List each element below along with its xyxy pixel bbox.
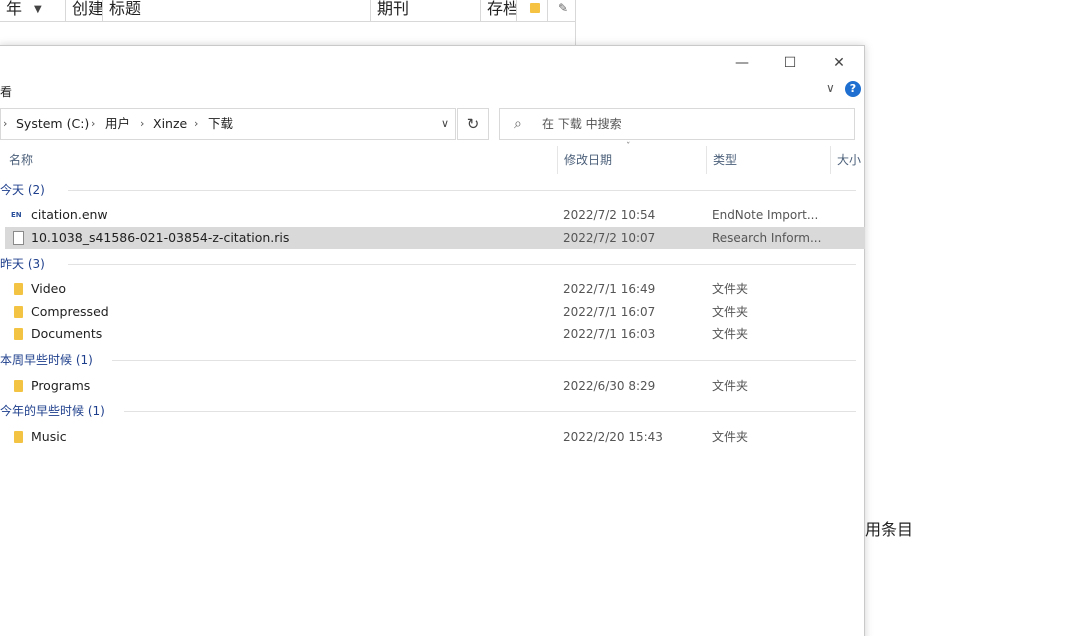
endnote-file-icon: EN <box>11 211 22 219</box>
refresh-button[interactable]: ↻ <box>457 108 489 140</box>
file-type: Research Inform... <box>712 231 822 245</box>
bg-column-created[interactable]: 创建 <box>66 0 103 21</box>
file-name: Documents <box>31 326 103 341</box>
maximize-button[interactable]: ☐ <box>775 52 805 74</box>
file-name: Video <box>31 281 67 296</box>
background-list-header: 年 ▼ 创建 标题 期刊 存档 ✎ <box>0 0 576 22</box>
file-row-selected[interactable]: 10.1038_s41586-021-03854-z-citation.ris … <box>5 227 865 249</box>
column-header-type[interactable]: 类型 <box>713 146 823 174</box>
file-date: 2022/7/2 10:54 <box>563 208 656 222</box>
file-date: 2022/2/20 15:43 <box>563 430 663 444</box>
file-explorer-window: — ☐ ✕ 看 ∨ ? › System (C:) › 用户 › Xinze ›… <box>0 45 865 636</box>
folder-row[interactable]: Compressed 2022/7/1 16:07 文件夹 <box>5 301 865 323</box>
background-side-text: 用条目 <box>865 520 914 539</box>
group-header-today[interactable]: 今天 (2) <box>0 180 856 200</box>
help-icon[interactable]: ? <box>845 81 861 97</box>
column-divider[interactable] <box>706 146 707 174</box>
folder-row[interactable]: Music 2022/2/20 15:43 文件夹 <box>5 426 865 448</box>
folder-row[interactable]: Video 2022/7/1 16:49 文件夹 <box>5 278 865 300</box>
breadcrumb-users[interactable]: 用户 <box>105 109 130 139</box>
group-divider <box>68 190 856 191</box>
folder-row[interactable]: Documents 2022/7/1 16:03 文件夹 <box>5 323 865 345</box>
bg-column-archive[interactable]: 存档 <box>481 0 517 21</box>
group-header-earlier-this-year[interactable]: 今年的早些时候 (1) <box>0 401 856 421</box>
bg-column-journal[interactable]: 期刊 <box>371 0 481 21</box>
address-dropdown-icon[interactable]: ∨ <box>441 109 449 139</box>
chevron-down-icon[interactable]: ∨ <box>826 81 835 95</box>
group-label: 本周早些时候 (1) <box>0 353 93 367</box>
breadcrumb-xinze[interactable]: Xinze <box>153 109 187 139</box>
file-type: 文件夹 <box>712 430 749 444</box>
breadcrumb-downloads[interactable]: 下载 <box>208 109 233 139</box>
file-name: Compressed <box>31 304 109 319</box>
file-date: 2022/7/1 16:03 <box>563 327 656 341</box>
file-type: 文件夹 <box>712 379 749 393</box>
chevron-right-icon[interactable]: › <box>91 109 95 139</box>
column-divider[interactable] <box>830 146 831 174</box>
column-divider[interactable] <box>557 146 558 174</box>
folder-icon <box>14 431 23 443</box>
bg-column-year[interactable]: 年 ▼ <box>0 0 66 21</box>
ribbon-tab-view[interactable]: 看 <box>0 83 12 100</box>
search-input[interactable]: ⌕ 在 下载 中搜索 <box>499 108 855 140</box>
background-divider <box>575 0 576 48</box>
column-header-size[interactable]: 大小 <box>837 146 865 174</box>
caret-down-icon: ▼ <box>34 4 42 15</box>
group-header-yesterday[interactable]: 昨天 (3) <box>0 254 856 274</box>
group-label: 昨天 (3) <box>0 257 45 271</box>
group-label: 今天 (2) <box>0 183 45 197</box>
search-icon: ⌕ <box>514 116 522 132</box>
paperclip-icon: ✎ <box>558 1 569 15</box>
group-divider <box>68 264 856 265</box>
file-row[interactable]: EN citation.enw 2022/7/2 10:54 EndNote I… <box>5 204 865 226</box>
folder-icon <box>14 328 23 340</box>
file-type: 文件夹 <box>712 327 749 341</box>
group-divider <box>112 360 856 361</box>
file-date: 2022/6/30 8:29 <box>563 379 656 393</box>
column-header-name[interactable]: 名称 <box>9 146 549 174</box>
folder-icon <box>14 380 23 392</box>
bg-column-title[interactable]: 标题 <box>103 0 371 21</box>
file-name: 10.1038_s41586-021-03854-z-citation.ris <box>31 230 290 245</box>
chevron-right-icon[interactable]: › <box>140 109 144 139</box>
folder-row[interactable]: Programs 2022/6/30 8:29 文件夹 <box>5 375 865 397</box>
folder-icon <box>530 3 540 13</box>
file-type: EndNote Import... <box>712 208 819 222</box>
file-name: citation.enw <box>31 207 108 222</box>
group-header-earlier-this-week[interactable]: 本周早些时候 (1) <box>0 350 856 370</box>
close-button[interactable]: ✕ <box>824 52 854 74</box>
column-header-modified[interactable]: 修改日期 <box>564 146 704 174</box>
chevron-right-icon[interactable]: › <box>194 109 198 139</box>
minimize-button[interactable]: — <box>727 52 757 74</box>
file-type: 文件夹 <box>712 305 749 319</box>
file-name: Music <box>31 429 67 444</box>
chevron-right-icon[interactable]: › <box>3 109 7 139</box>
file-date: 2022/7/1 16:07 <box>563 305 656 319</box>
search-placeholder: 在 下载 中搜索 <box>542 117 622 131</box>
file-date: 2022/7/2 10:07 <box>563 231 656 245</box>
file-icon <box>13 231 24 245</box>
group-divider <box>124 411 856 412</box>
file-date: 2022/7/1 16:49 <box>563 282 656 296</box>
group-label: 今年的早些时候 (1) <box>0 404 105 418</box>
file-name: Programs <box>31 378 91 393</box>
address-bar[interactable]: › System (C:) › 用户 › Xinze › 下载 ∨ <box>0 108 456 140</box>
file-type: 文件夹 <box>712 282 749 296</box>
folder-icon <box>14 306 23 318</box>
folder-icon <box>14 283 23 295</box>
breadcrumb-system-c[interactable]: System (C:) <box>16 109 89 139</box>
